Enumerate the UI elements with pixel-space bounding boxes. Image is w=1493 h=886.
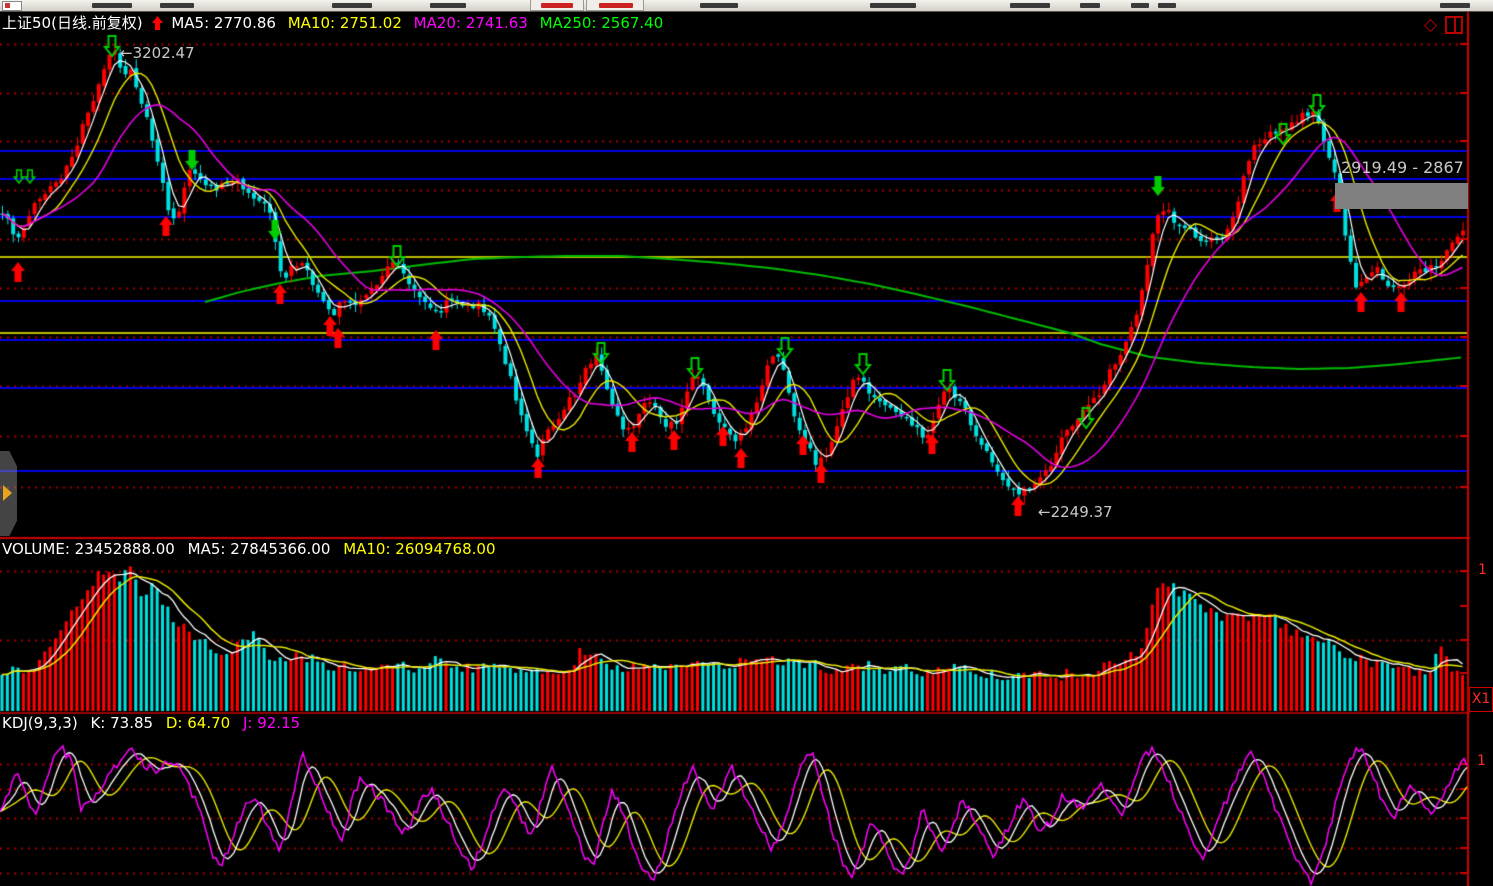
volume-ma5-readout: MA5: 27845366.00 [188, 540, 331, 558]
menu-item-fragment[interactable] [430, 3, 466, 8]
kdj-name: KDJ(9,3,3) [2, 714, 78, 732]
volume-readout: VOLUME: 23452888.00 [2, 540, 175, 558]
up-arrow-icon [152, 16, 163, 30]
menu-button-red-2[interactable] [586, 0, 644, 11]
menu-button-label-fragment [541, 3, 573, 8]
x1-zoom-label[interactable]: X1 [1469, 687, 1493, 712]
expand-arrow-icon [3, 485, 12, 501]
kdj-d-readout: D: 64.70 [166, 714, 230, 732]
menu-item-fragment[interactable] [92, 3, 132, 8]
ma10-readout: MA10: 2751.02 [288, 14, 402, 32]
price-range-box [1335, 183, 1468, 209]
app-window: 上证50(日线.前复权) MA5: 2770.86 MA10: 2751.02 … [0, 0, 1493, 886]
app-icon [2, 1, 22, 11]
kdj-axis-partial-label: 1 [1477, 753, 1486, 769]
chart-canvas[interactable] [0, 0, 1493, 886]
peak-price-label: ←3202.47 [120, 44, 195, 62]
ma250-readout: MA250: 2567.40 [540, 14, 664, 32]
kdj-k-readout: K: 73.85 [90, 714, 153, 732]
menu-item-fragment[interactable] [1080, 3, 1100, 8]
menu-item-fragment[interactable] [332, 3, 372, 8]
menu-button-label-fragment [599, 3, 633, 8]
ma5-readout: MA5: 2770.86 [171, 14, 276, 32]
menu-button-red-1[interactable] [530, 0, 584, 11]
trough-price-label: ←2249.37 [1038, 503, 1113, 521]
diamond-icon[interactable]: ◇ [1424, 15, 1437, 35]
volume-axis-partial-label: 1 [1478, 562, 1487, 578]
menu-item-fragment[interactable] [1131, 3, 1149, 8]
kdj-j-readout: J: 92.15 [243, 714, 300, 732]
split-window-icon[interactable] [1445, 16, 1463, 34]
volume-header: VOLUME: 23452888.00 MA5: 27845366.00 MA1… [2, 540, 504, 558]
chart-corner-icons: ◇ [1424, 15, 1463, 35]
menu-item-fragment[interactable] [1010, 3, 1050, 8]
chart-title: 上证50(日线.前复权) [2, 14, 143, 32]
volume-ma10-readout: MA10: 26094768.00 [343, 540, 495, 558]
kdj-header: KDJ(9,3,3) K: 73.85 D: 64.70 J: 92.15 [2, 714, 308, 732]
menu-item-fragment[interactable] [700, 3, 738, 8]
menu-bar[interactable] [0, 0, 1493, 12]
menu-item-fragment[interactable] [1440, 3, 1470, 8]
price-range-label: 2919.49 - 2867 [1341, 158, 1464, 177]
menu-item-fragment[interactable] [870, 3, 916, 8]
ma20-readout: MA20: 2741.63 [414, 14, 528, 32]
sidebar-flyout-handle[interactable] [0, 451, 17, 536]
menu-item-fragment[interactable] [160, 3, 194, 8]
main-chart-header: 上证50(日线.前复权) MA5: 2770.86 MA10: 2751.02 … [2, 12, 670, 33]
menu-item-fragment[interactable] [1158, 3, 1176, 8]
